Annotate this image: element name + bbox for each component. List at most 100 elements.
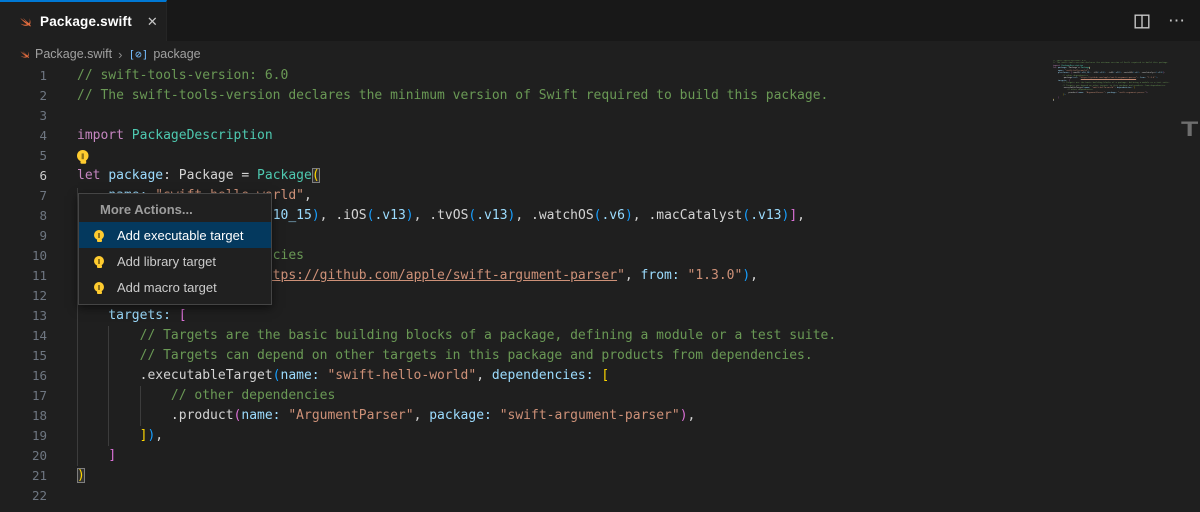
code-token: ( xyxy=(273,368,281,383)
code-line-22[interactable]: 22 xyxy=(0,486,1200,506)
code-token: [ xyxy=(179,308,187,323)
code-token: : xyxy=(163,168,179,183)
code-line-20[interactable]: 20 ] xyxy=(0,446,1200,466)
code-token xyxy=(124,128,132,143)
code-action-item-1[interactable]: Add library target xyxy=(79,248,271,274)
line-number: 9 xyxy=(0,226,47,246)
code-token: "swift-argument-parser" xyxy=(500,408,680,423)
code-token: ] xyxy=(108,448,116,463)
code-token: , xyxy=(304,188,312,203)
code-token: "ArgumentParser" xyxy=(288,408,413,423)
tab-close-icon[interactable]: ✕ xyxy=(144,13,161,31)
code-line-18[interactable]: 18 .product(name: "ArgumentParser", pack… xyxy=(0,406,1200,426)
code-token: , xyxy=(750,268,758,283)
code-token: import xyxy=(77,128,124,143)
code-token: .v13 xyxy=(476,208,507,223)
breadcrumb-symbol[interactable]: package xyxy=(153,47,200,61)
code-token xyxy=(77,308,108,323)
line-number: 10 xyxy=(0,246,47,266)
code-token: "swift-hello-world" xyxy=(327,368,476,383)
code-token: ( xyxy=(312,168,320,183)
code-action-item-2[interactable]: Add macro target xyxy=(79,274,271,300)
code-token: , xyxy=(515,208,531,223)
code-token: " xyxy=(617,268,625,283)
code-token: // other dependencies xyxy=(77,388,335,403)
split-editor-button[interactable] xyxy=(1134,14,1150,29)
lightbulb-icon xyxy=(94,230,104,240)
code-line-text: // Targets can depend on other targets i… xyxy=(77,346,813,366)
code-token: , xyxy=(625,268,641,283)
code-line-1[interactable]: 1// swift-tools-version: 6.0 xyxy=(0,66,1200,86)
minimap-overlay-letter: T xyxy=(1181,118,1198,142)
code-token: .macCatalyst xyxy=(648,208,742,223)
code-token: = xyxy=(234,168,257,183)
swift-file-icon xyxy=(16,14,32,30)
code-token: name: xyxy=(281,368,320,383)
code-token xyxy=(492,408,500,423)
code-line-text: let package: Package = Package( xyxy=(77,166,320,186)
code-line-19[interactable]: 19 ]), xyxy=(0,426,1200,446)
code-token: ) xyxy=(625,208,633,223)
code-token: ) xyxy=(77,468,85,483)
more-actions-button[interactable]: ⋯ xyxy=(1168,11,1186,31)
lightbulb-icon xyxy=(94,256,104,266)
code-line-3[interactable]: 3 xyxy=(0,106,1200,126)
line-number: 22 xyxy=(0,486,47,506)
code-line-16[interactable]: 16 .executableTarget(name: "swift-hello-… xyxy=(0,366,1200,386)
code-line-21[interactable]: 21) xyxy=(0,466,1200,486)
line-number: 8 xyxy=(0,206,47,226)
code-action-lightbulb-icon[interactable] xyxy=(77,150,89,162)
line-number: 1 xyxy=(0,66,47,86)
code-token: from: xyxy=(641,268,680,283)
code-token xyxy=(171,308,179,323)
code-line-text: .product(name: "ArgumentParser", package… xyxy=(77,406,695,426)
code-line-2[interactable]: 2// The swift-tools-version declares the… xyxy=(0,86,1200,106)
code-line-14[interactable]: 14 // Targets are the basic building blo… xyxy=(0,326,1200,346)
code-line-17[interactable]: 17 // other dependencies xyxy=(0,386,1200,406)
tab-bar: Package.swift ✕ ⋯ xyxy=(0,0,1200,42)
code-token: .v6 xyxy=(601,208,624,223)
indent-guide-level2 xyxy=(140,386,141,426)
code-token: , xyxy=(414,408,430,423)
breadcrumb-file[interactable]: Package.swift xyxy=(35,47,112,61)
indent-guide-level1 xyxy=(108,326,109,446)
code-token: let xyxy=(77,168,100,183)
line-number: 13 xyxy=(0,306,47,326)
code-token: .v13 xyxy=(374,208,405,223)
code-token: .executableTarget xyxy=(77,368,273,383)
code-line-5[interactable]: 5 xyxy=(0,146,1200,166)
code-line-4[interactable]: 4import PackageDescription xyxy=(0,126,1200,146)
code-line-text: ]), xyxy=(77,426,163,446)
line-number: 20 xyxy=(0,446,47,466)
lightbulb-icon xyxy=(94,282,104,292)
code-line-text: ) xyxy=(77,466,85,486)
code-line-13[interactable]: 13 targets: [ xyxy=(0,306,1200,326)
line-number: 19 xyxy=(0,426,47,446)
code-token: .iOS xyxy=(335,208,366,223)
line-number: 14 xyxy=(0,326,47,346)
code-action-menu: More Actions... Add executable target Add… xyxy=(78,193,272,305)
code-line-15[interactable]: 15 // Targets can depend on other target… xyxy=(0,346,1200,366)
line-number: 16 xyxy=(0,366,47,386)
code-line-text: .executableTarget(name: "swift-hello-wor… xyxy=(77,366,609,386)
code-token: , xyxy=(320,208,336,223)
code-action-menu-header[interactable]: More Actions... xyxy=(79,199,271,222)
code-token: https://github.com/apple/swift-argument-… xyxy=(257,268,617,283)
code-token: package: xyxy=(429,408,492,423)
tab-package-swift[interactable]: Package.swift ✕ xyxy=(0,0,167,41)
minimap[interactable]: // swift-tools-version: 6.0// The swift-… xyxy=(1053,60,1186,130)
breadcrumb-separator: › xyxy=(117,47,123,62)
code-token: .tvOS xyxy=(429,208,468,223)
code-token: ] xyxy=(789,208,797,223)
code-token: ) xyxy=(680,408,688,423)
code-action-item-0[interactable]: Add executable target xyxy=(79,222,271,248)
line-number: 7 xyxy=(0,186,47,206)
code-line-text: // other dependencies xyxy=(77,386,335,406)
code-action-item-label: Add library target xyxy=(117,254,216,269)
code-token: name: xyxy=(241,408,280,423)
code-line-6[interactable]: 6let package: Package = Package( xyxy=(0,166,1200,186)
code-token: .v13 xyxy=(750,208,781,223)
code-token: , xyxy=(155,428,163,443)
editor-actions: ⋯ xyxy=(1134,0,1186,42)
code-token: , xyxy=(476,368,492,383)
